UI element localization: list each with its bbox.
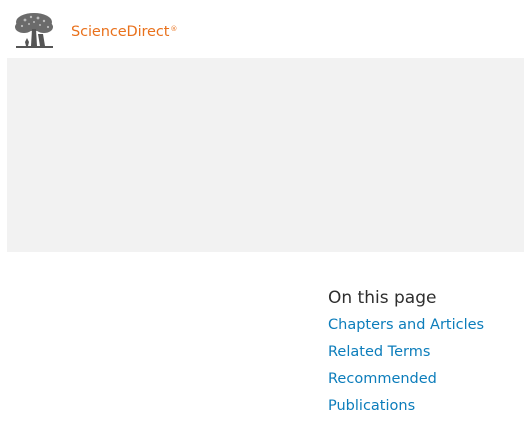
chapters-and-articles-link[interactable]: Chapters and Articles — [328, 312, 518, 339]
related-terms-link[interactable]: Related Terms — [328, 339, 518, 366]
on-this-page-heading: On this page — [328, 288, 437, 308]
site-header: ScienceDirect® — [0, 0, 524, 58]
toc-item-chapters: Chapters and Articles — [328, 312, 518, 339]
recommended-publications-link[interactable]: Recommended Publications — [328, 366, 458, 420]
elsevier-tree-icon — [15, 13, 53, 48]
on-this-page-list: Chapters and Articles Related Terms Reco… — [328, 312, 518, 420]
toc-item-related-terms: Related Terms — [328, 339, 518, 366]
hero-image-placeholder — [7, 58, 524, 252]
sciencedirect-home-link[interactable]: ScienceDirect® — [13, 12, 177, 50]
sciencedirect-wordmark: ScienceDirect® — [71, 23, 178, 40]
toc-item-recommended: Recommended Publications — [328, 366, 518, 420]
on-this-page-nav: On this page Chapters and Articles Relat… — [328, 284, 518, 420]
